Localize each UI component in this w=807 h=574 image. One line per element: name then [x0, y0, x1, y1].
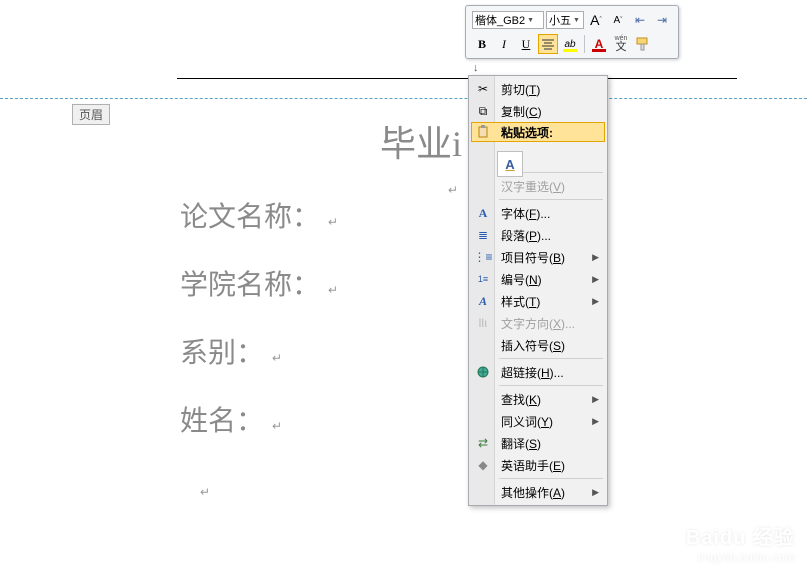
menu-font[interactable]: A 字体(F)...: [471, 202, 605, 224]
menu-synonyms[interactable]: 同义词(Y) ▶: [471, 410, 605, 432]
doc-field-department: 系别：↵: [180, 331, 462, 371]
underline-button[interactable]: U: [516, 34, 536, 54]
font-name-value: 楷体_GB2: [475, 12, 525, 28]
menu-numbering-label: 编号(N): [501, 273, 542, 287]
doc-title: 毕业i: [380, 115, 462, 167]
toolbar-separator: [584, 35, 585, 53]
decrease-indent-button[interactable]: ⇤: [630, 10, 650, 30]
document-body[interactable]: 毕业i ↵ 论文名称：↵ 学院名称：↵ 系别：↵ 姓名：↵ ↵: [180, 115, 462, 439]
menu-styles[interactable]: A 样式(T) ▶: [471, 290, 605, 312]
menu-reconvert: 汉字重选(V): [471, 175, 605, 197]
format-painter-icon: [635, 36, 651, 52]
cursor-mark: ↓: [473, 62, 479, 74]
doc-field-thesis-name: 论文名称：↵: [180, 195, 462, 235]
menu-paragraph[interactable]: ≣ 段落(P)...: [471, 224, 605, 246]
submenu-arrow-icon: ▶: [592, 394, 599, 405]
menu-bullets[interactable]: ⋮≡ 项目符号(B) ▶: [471, 246, 605, 268]
menu-find[interactable]: 查找(K) ▶: [471, 388, 605, 410]
submenu-arrow-icon: ▶: [592, 296, 599, 307]
menu-synonyms-label: 同义词(Y): [501, 415, 553, 429]
grow-font-button[interactable]: Aˆ: [586, 10, 606, 30]
menu-insert-symbol-label: 插入符号(S): [501, 339, 565, 353]
menu-other-actions-label: 其他操作(A): [501, 486, 565, 500]
menu-cut-label: 剪切(T): [501, 83, 540, 97]
doc-field-name: 姓名：↵: [180, 399, 462, 439]
menu-insert-symbol[interactable]: 插入符号(S): [471, 334, 605, 356]
mini-toolbar: 楷体_GB2 ▼ 小五 ▼ Aˆ Aˇ ⇤ ⇥ B I U ab A wén 文: [465, 5, 679, 59]
menu-copy-label: 复制(C): [501, 105, 542, 119]
cut-icon: ✂: [475, 81, 491, 97]
paste-option-keep-text[interactable]: A: [497, 151, 523, 177]
menu-font-label: 字体(F)...: [501, 207, 550, 221]
menu-translate-label: 翻译(S): [501, 437, 541, 451]
menu-english-assistant[interactable]: ◆ 英语助手(E): [471, 454, 605, 476]
submenu-arrow-icon: ▶: [592, 416, 599, 427]
text-direction-icon: llı: [475, 315, 491, 331]
context-menu: ✂ 剪切(T) ⧉ 复制(C) 粘贴选项: 汉字重选(V) A 字体(F)...…: [468, 75, 608, 506]
menu-paste-options[interactable]: 粘贴选项:: [471, 122, 605, 142]
paste-icon: [476, 124, 492, 140]
styles-icon: A: [475, 293, 491, 309]
bold-button[interactable]: B: [472, 34, 492, 54]
menu-separator: [499, 358, 603, 359]
copy-icon: ⧉: [475, 103, 491, 119]
paste-option-letter: A: [505, 157, 514, 172]
watermark-url: jingyan.baidu.com: [686, 550, 795, 564]
highlight-button[interactable]: ab: [560, 34, 580, 54]
submenu-arrow-icon: ▶: [592, 252, 599, 263]
doc-field-college-name: 学院名称：↵: [180, 263, 462, 303]
header-underline: [177, 78, 737, 79]
font-size-dropdown[interactable]: 小五 ▼: [546, 11, 584, 29]
bullets-icon: ⋮≡: [475, 249, 491, 265]
menu-text-direction-label: 文字方向(X)...: [501, 317, 575, 331]
menu-styles-label: 样式(T): [501, 295, 540, 309]
increase-indent-button[interactable]: ⇥: [652, 10, 672, 30]
font-size-value: 小五: [549, 12, 571, 28]
menu-separator: [499, 478, 603, 479]
menu-english-assistant-label: 英语助手(E): [501, 459, 565, 473]
header-boundary: [0, 98, 807, 99]
align-center-icon: [541, 38, 555, 50]
chevron-down-icon: ▼: [573, 17, 580, 24]
menu-paste-option-row: [471, 142, 605, 170]
italic-button[interactable]: I: [494, 34, 514, 54]
format-painter-button[interactable]: [633, 34, 653, 54]
font-name-dropdown[interactable]: 楷体_GB2 ▼: [472, 11, 544, 29]
menu-copy[interactable]: ⧉ 复制(C): [471, 100, 605, 122]
menu-cut[interactable]: ✂ 剪切(T): [471, 78, 605, 100]
shrink-font-button[interactable]: Aˇ: [608, 10, 628, 30]
watermark-brand: Baidu 经验: [686, 521, 795, 550]
header-label: 页眉: [72, 104, 110, 125]
submenu-arrow-icon: ▶: [592, 487, 599, 498]
menu-text-direction: llı 文字方向(X)...: [471, 312, 605, 334]
numbering-icon: 1≡: [475, 271, 491, 287]
menu-separator: [499, 385, 603, 386]
paragraph-mark: ↵: [448, 183, 458, 198]
menu-reconvert-label: 汉字重选(V): [501, 180, 565, 194]
phonetic-guide-button[interactable]: wén 文: [611, 34, 631, 54]
submenu-arrow-icon: ▶: [592, 274, 599, 285]
english-assistant-icon: ◆: [475, 457, 491, 473]
menu-translate[interactable]: ⇄ 翻译(S): [471, 432, 605, 454]
font-icon: A: [475, 205, 491, 221]
font-color-button[interactable]: A: [589, 34, 609, 54]
translate-icon: ⇄: [475, 435, 491, 451]
menu-other-actions[interactable]: 其他操作(A) ▶: [471, 481, 605, 503]
watermark: Baidu 经验 jingyan.baidu.com: [686, 521, 795, 564]
align-center-button[interactable]: [538, 34, 558, 54]
chevron-down-icon: ▼: [527, 17, 534, 24]
hyperlink-icon: [475, 364, 491, 380]
menu-find-label: 查找(K): [501, 393, 541, 407]
menu-hyperlink-label: 超链接(H)...: [501, 366, 564, 380]
menu-separator: [499, 199, 603, 200]
menu-paste-options-label: 粘贴选项:: [501, 124, 599, 141]
menu-paragraph-label: 段落(P)...: [501, 229, 551, 243]
paragraph-mark: ↵: [200, 485, 210, 500]
menu-numbering[interactable]: 1≡ 编号(N) ▶: [471, 268, 605, 290]
paragraph-icon: ≣: [475, 227, 491, 243]
menu-hyperlink[interactable]: 超链接(H)...: [471, 361, 605, 383]
menu-bullets-label: 项目符号(B): [501, 251, 565, 265]
